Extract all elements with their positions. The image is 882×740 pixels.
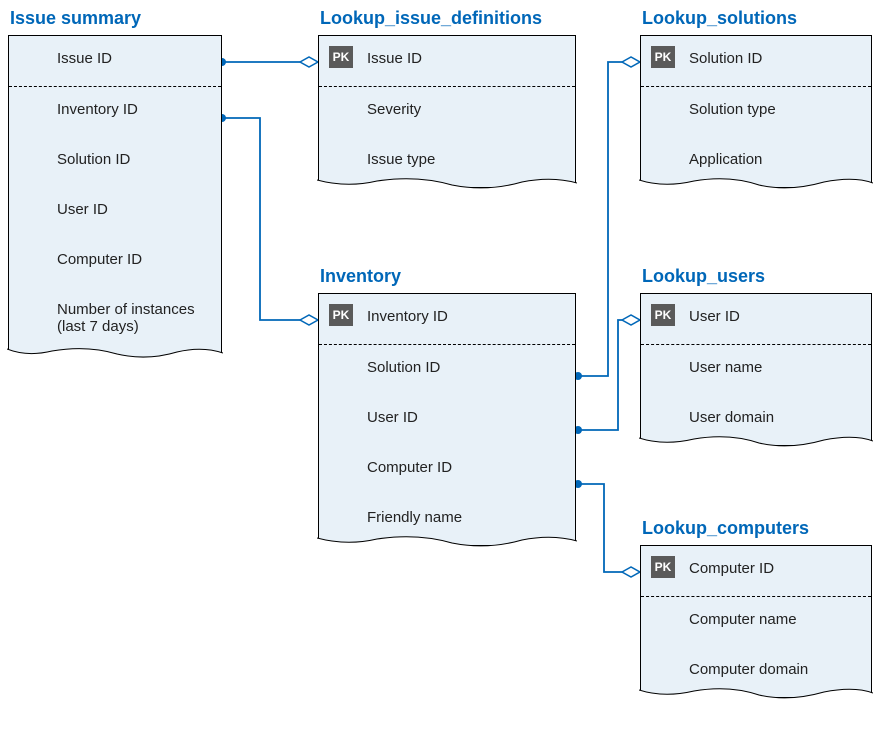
key-row: PK Solution ID <box>641 36 871 86</box>
pk-badge: PK <box>651 304 675 326</box>
key-row: PK Issue ID <box>319 36 575 86</box>
field-label: Computer ID <box>685 560 863 577</box>
entity-lookup-issue-definitions: Lookup_issue_definitions PK Issue ID Sev… <box>318 8 576 188</box>
entity-title: Issue summary <box>8 8 222 29</box>
entity-title: Lookup_solutions <box>640 8 872 29</box>
field-label: Severity <box>363 101 567 118</box>
entity-title: Lookup_computers <box>640 518 872 539</box>
field-label: Computer name <box>685 611 863 628</box>
field-row: Solution ID <box>319 345 575 395</box>
entity-title: Lookup_users <box>640 266 872 287</box>
field-label: Computer domain <box>685 661 863 678</box>
entity-body: PK User ID User name User domain <box>640 293 872 446</box>
entity-inventory: Inventory PK Inventory ID Solution ID Us… <box>318 266 576 546</box>
key-row: PK User ID <box>641 294 871 344</box>
entity-body: Issue ID Inventory ID Solution ID User I… <box>8 35 222 358</box>
field-label: Issue ID <box>363 50 567 67</box>
field-label: Number of instances (last 7 days) <box>53 301 213 335</box>
key-row: Issue ID <box>9 36 221 86</box>
pk-badge: PK <box>329 46 353 68</box>
field-label: Computer ID <box>53 251 213 268</box>
pk-badge: PK <box>651 556 675 578</box>
field-label: User domain <box>685 409 863 426</box>
field-label: User ID <box>685 308 863 325</box>
field-row: Computer ID <box>319 445 575 495</box>
entity-lookup-solutions: Lookup_solutions PK Solution ID Solution… <box>640 8 872 188</box>
entity-lookup-users: Lookup_users PK User ID User name User d… <box>640 266 872 446</box>
field-row: Solution ID <box>9 137 221 187</box>
field-label: Issue type <box>363 151 567 168</box>
er-diagram-canvas: Issue summary Issue ID Inventory ID Solu… <box>0 0 882 740</box>
field-label: Solution type <box>685 101 863 118</box>
field-row: User name <box>641 345 871 395</box>
entity-body: PK Computer ID Computer name Computer do… <box>640 545 872 698</box>
field-row: Computer ID <box>9 237 221 287</box>
entity-body: PK Issue ID Severity Issue type <box>318 35 576 188</box>
pk-badge: PK <box>329 304 353 326</box>
field-label: Friendly name <box>363 509 567 526</box>
entity-body: PK Solution ID Solution type Application <box>640 35 872 188</box>
key-row: PK Computer ID <box>641 546 871 596</box>
field-label: Issue ID <box>53 50 213 67</box>
entity-lookup-computers: Lookup_computers PK Computer ID Computer… <box>640 518 872 698</box>
key-row: PK Inventory ID <box>319 294 575 344</box>
field-label: Solution ID <box>685 50 863 67</box>
field-label: Inventory ID <box>363 308 567 325</box>
field-label: Application <box>685 151 863 168</box>
field-row: Severity <box>319 87 575 137</box>
field-label: User ID <box>363 409 567 426</box>
field-label: User ID <box>53 201 213 218</box>
entity-title: Lookup_issue_definitions <box>318 8 576 29</box>
field-label: User name <box>685 359 863 376</box>
field-row: User ID <box>319 395 575 445</box>
field-row: Inventory ID <box>9 87 221 137</box>
field-row: Solution type <box>641 87 871 137</box>
entity-body: PK Inventory ID Solution ID User ID Comp… <box>318 293 576 546</box>
field-label: Computer ID <box>363 459 567 476</box>
field-label: Inventory ID <box>53 101 213 118</box>
field-label: Solution ID <box>53 151 213 168</box>
field-row: Computer name <box>641 597 871 647</box>
entity-title: Inventory <box>318 266 576 287</box>
field-label: Solution ID <box>363 359 567 376</box>
entity-issue-summary: Issue summary Issue ID Inventory ID Solu… <box>8 8 222 358</box>
pk-badge: PK <box>651 46 675 68</box>
field-row: User ID <box>9 187 221 237</box>
